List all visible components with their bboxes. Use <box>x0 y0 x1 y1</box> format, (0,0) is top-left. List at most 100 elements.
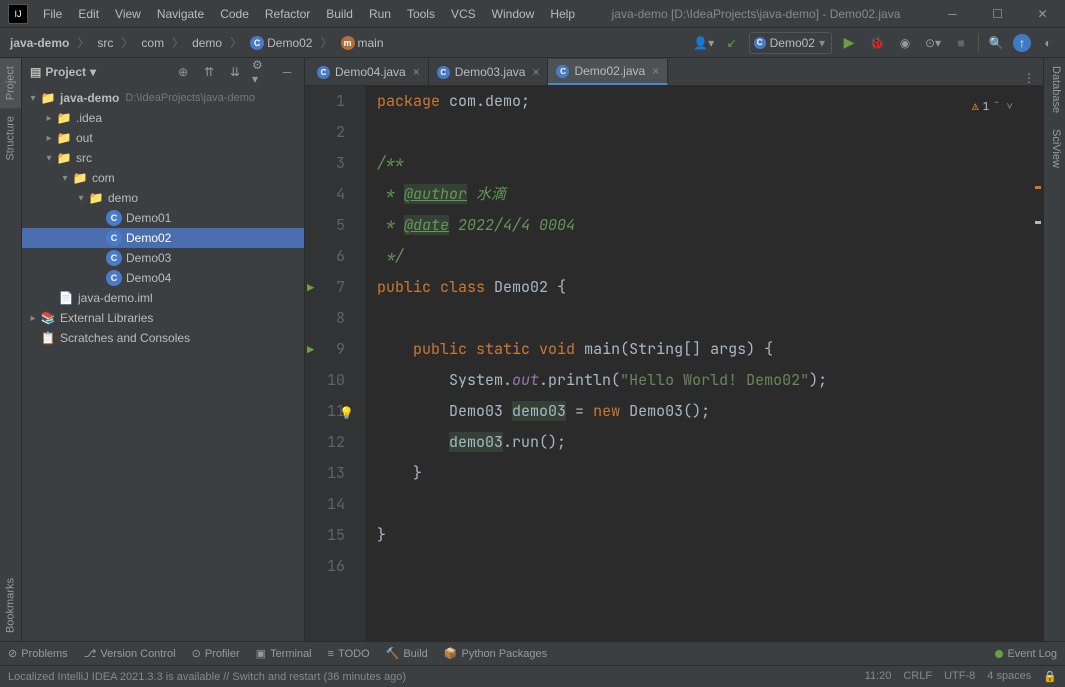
side-tab-project[interactable]: Project <box>0 58 21 108</box>
lightbulb-icon[interactable]: 💡 <box>339 398 354 429</box>
crumb-class[interactable]: CDemo02 <box>246 34 316 52</box>
settings-icon[interactable]: ⚙ ▾ <box>252 63 270 81</box>
side-tab-structure[interactable]: Structure <box>0 108 21 169</box>
tool-profiler[interactable]: ⊙ Profiler <box>192 647 240 660</box>
tree-demo01[interactable]: CDemo01 <box>22 208 304 228</box>
status-indent[interactable]: 4 spaces <box>987 670 1031 683</box>
tree-demo03[interactable]: CDemo03 <box>22 248 304 268</box>
close-icon[interactable]: × <box>413 65 420 79</box>
close-icon[interactable]: × <box>532 65 539 79</box>
profile-button[interactable]: ⊙▾ <box>922 32 944 54</box>
crumb-project[interactable]: java-demo <box>6 34 73 52</box>
menu-navigate[interactable]: Navigate <box>150 3 211 25</box>
class-icon: C <box>250 36 264 50</box>
tree-demo02[interactable]: CDemo02 <box>22 228 304 248</box>
expand-all-icon[interactable]: ⇈ <box>200 63 218 81</box>
run-button[interactable]: ▶ <box>838 32 860 54</box>
class-icon: C <box>437 66 450 79</box>
menu-edit[interactable]: Edit <box>71 3 106 25</box>
select-opened-icon[interactable]: ⊕ <box>174 63 192 81</box>
project-tree: ▾📁java-demoD:\IdeaProjects\java-demo ▸📁.… <box>22 86 304 641</box>
tree-demo[interactable]: ▾📁demo <box>22 188 304 208</box>
tab-demo04[interactable]: CDemo04.java× <box>309 59 429 85</box>
menu-run[interactable]: Run <box>362 3 398 25</box>
tree-demo04[interactable]: CDemo04 <box>22 268 304 288</box>
stop-button[interactable]: ■ <box>950 32 972 54</box>
crumb-com[interactable]: com <box>137 34 168 52</box>
tree-com[interactable]: ▾📁com <box>22 168 304 188</box>
tab-demo03[interactable]: CDemo03.java× <box>429 59 549 85</box>
menu-code[interactable]: Code <box>213 3 256 25</box>
hide-icon[interactable]: ─ <box>278 63 296 81</box>
code-editor[interactable]: ▶ ▶ 💡 12345678910111213141516 ⚠1 ˆ ˅ pac… <box>305 86 1043 641</box>
run-config-selector[interactable]: C Demo02▾ <box>749 32 832 54</box>
status-encoding[interactable]: UTF-8 <box>944 670 975 683</box>
lock-icon[interactable]: 🔒 <box>1043 670 1057 683</box>
crumb-src[interactable]: src <box>93 34 117 52</box>
gutter: ▶ ▶ 💡 12345678910111213141516 <box>305 86 365 641</box>
tree-out[interactable]: ▸📁out <box>22 128 304 148</box>
back-arrow-icon[interactable]: ↙ <box>721 32 743 54</box>
tool-event-log[interactable]: Event Log <box>995 648 1057 660</box>
notification-dot-icon <box>995 650 1003 658</box>
side-tab-bookmarks[interactable]: Bookmarks <box>0 570 21 641</box>
class-icon: C <box>556 65 569 78</box>
maximize-button[interactable]: ☐ <box>975 0 1020 28</box>
crumb-demo[interactable]: demo <box>188 34 226 52</box>
tree-idea[interactable]: ▸📁.idea <box>22 108 304 128</box>
run-gutter-icon[interactable]: ▶ <box>307 273 314 304</box>
status-line-ending[interactable]: CRLF <box>903 670 932 683</box>
tab-menu-icon[interactable]: ⋮ <box>1015 71 1043 85</box>
run-gutter-icon[interactable]: ▶ <box>307 335 314 366</box>
menu-build[interactable]: Build <box>319 3 360 25</box>
class-icon: C <box>754 37 766 49</box>
tool-build[interactable]: 🔨 Build <box>386 647 428 660</box>
menu-help[interactable]: Help <box>543 3 582 25</box>
user-icon[interactable]: 👤▾ <box>693 32 715 54</box>
class-icon: C <box>106 270 122 286</box>
tool-problems[interactable]: ⊘ Problems <box>8 647 68 660</box>
collapse-all-icon[interactable]: ⇊ <box>226 63 244 81</box>
close-button[interactable]: ✕ <box>1020 0 1065 28</box>
scroll-marker <box>1035 221 1041 224</box>
class-icon: C <box>106 230 122 246</box>
menu-vcs[interactable]: VCS <box>444 3 483 25</box>
tool-vcs[interactable]: ⎇ Version Control <box>84 647 176 660</box>
class-icon: C <box>106 210 122 226</box>
menu-file[interactable]: File <box>36 3 69 25</box>
sync-icon[interactable]: ↑ <box>1013 34 1031 52</box>
menu-refactor[interactable]: Refactor <box>258 3 317 25</box>
side-tab-database[interactable]: Database <box>1044 58 1065 121</box>
tree-external-libs[interactable]: ▸📚External Libraries <box>22 308 304 328</box>
search-icon[interactable]: 🔍 <box>985 32 1007 54</box>
method-icon: m <box>341 36 355 50</box>
app-icon: IJ <box>8 4 28 24</box>
class-icon: C <box>106 250 122 266</box>
menu-view[interactable]: View <box>108 3 148 25</box>
tab-demo02[interactable]: CDemo02.java× <box>548 59 668 85</box>
tree-project-root[interactable]: ▾📁java-demoD:\IdeaProjects\java-demo <box>22 88 304 108</box>
tool-todo[interactable]: ≡ TODO <box>328 648 370 660</box>
inspection-badge[interactable]: ⚠1 ˆ ˅ <box>972 92 1013 123</box>
close-icon[interactable]: × <box>652 64 659 78</box>
debug-button[interactable]: 🐞 <box>866 32 888 54</box>
status-message[interactable]: Localized IntelliJ IDEA 2021.3.3 is avai… <box>8 671 406 683</box>
menu-window[interactable]: Window <box>485 3 542 25</box>
coverage-button[interactable]: ◉ <box>894 32 916 54</box>
menu-tools[interactable]: Tools <box>400 3 442 25</box>
side-tab-sciview[interactable]: SciView <box>1044 121 1065 176</box>
tree-src[interactable]: ▾📁src <box>22 148 304 168</box>
panel-title[interactable]: ▤ Project ▾ <box>30 65 96 79</box>
scroll-marker <box>1035 186 1041 189</box>
tool-python[interactable]: 📦 Python Packages <box>444 647 547 660</box>
status-time: 11:20 <box>865 670 892 683</box>
scratch-icon: 📋 <box>40 330 56 346</box>
minimize-button[interactable]: ─ <box>930 0 975 28</box>
breadcrumb: java-demo〉 src〉 com〉 demo〉 CDemo02〉 mmai… <box>6 34 388 52</box>
tree-scratches[interactable]: 📋Scratches and Consoles <box>22 328 304 348</box>
warning-icon: ⚠ <box>972 92 979 123</box>
tool-terminal[interactable]: ▣ Terminal <box>256 647 312 660</box>
crumb-method[interactable]: mmain <box>337 34 388 52</box>
ide-icon[interactable]: ◐ <box>1037 32 1059 54</box>
tree-iml[interactable]: 📄java-demo.iml <box>22 288 304 308</box>
